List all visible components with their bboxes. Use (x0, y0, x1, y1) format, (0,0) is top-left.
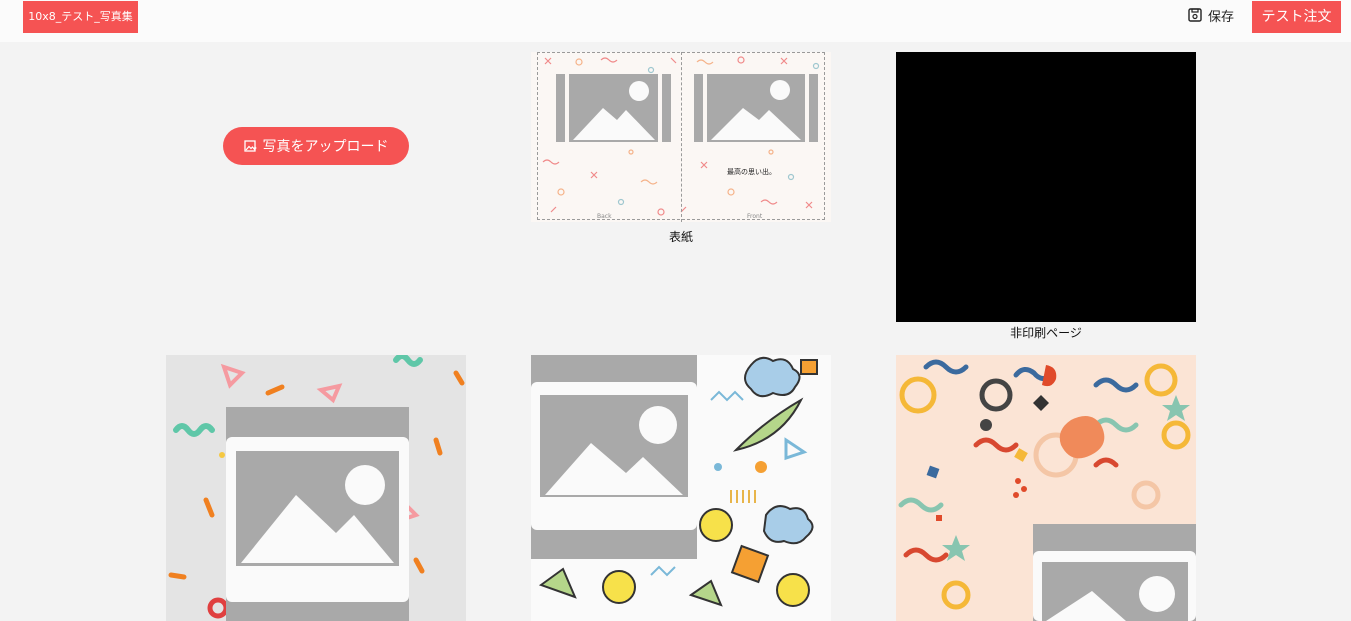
cover-front-text: 最高の思い出。 (727, 168, 776, 176)
cover-back-label: Back (597, 213, 612, 220)
non-print-page[interactable] (896, 52, 1196, 322)
image-upload-icon (243, 139, 256, 152)
project-title-badge[interactable]: 10x8_テスト_写真集 (23, 1, 138, 33)
upload-photos-button[interactable]: 写真をアップロード (223, 127, 409, 165)
cover-caption: 表紙 (668, 230, 693, 244)
page-tile[interactable] (166, 355, 466, 621)
save-label: 保存 (1208, 9, 1235, 25)
cover-spine-guide (681, 52, 682, 222)
cover-front-label: Front (747, 213, 763, 220)
image-placeholder (226, 407, 409, 621)
save-button[interactable]: 保存 (1188, 5, 1234, 25)
image-placeholder (531, 355, 697, 559)
page-tile[interactable] (896, 355, 1196, 621)
test-order-button[interactable]: テスト注文 (1252, 1, 1341, 33)
confetti-pattern (168, 355, 465, 621)
cover-spread[interactable]: Back Front 最高の思い出。 (531, 52, 831, 222)
image-placeholder (1033, 524, 1196, 621)
doodle-pattern (531, 355, 818, 607)
upload-label: 写真をアップロード (262, 139, 389, 155)
save-icon (1188, 8, 1202, 22)
non-print-caption: 非印刷ページ (1010, 326, 1082, 340)
top-bar: 10x8_テスト_写真集 保存 テスト注文 (0, 0, 1351, 42)
squiggle-pattern (898, 359, 1196, 621)
page-tile[interactable] (531, 355, 831, 621)
